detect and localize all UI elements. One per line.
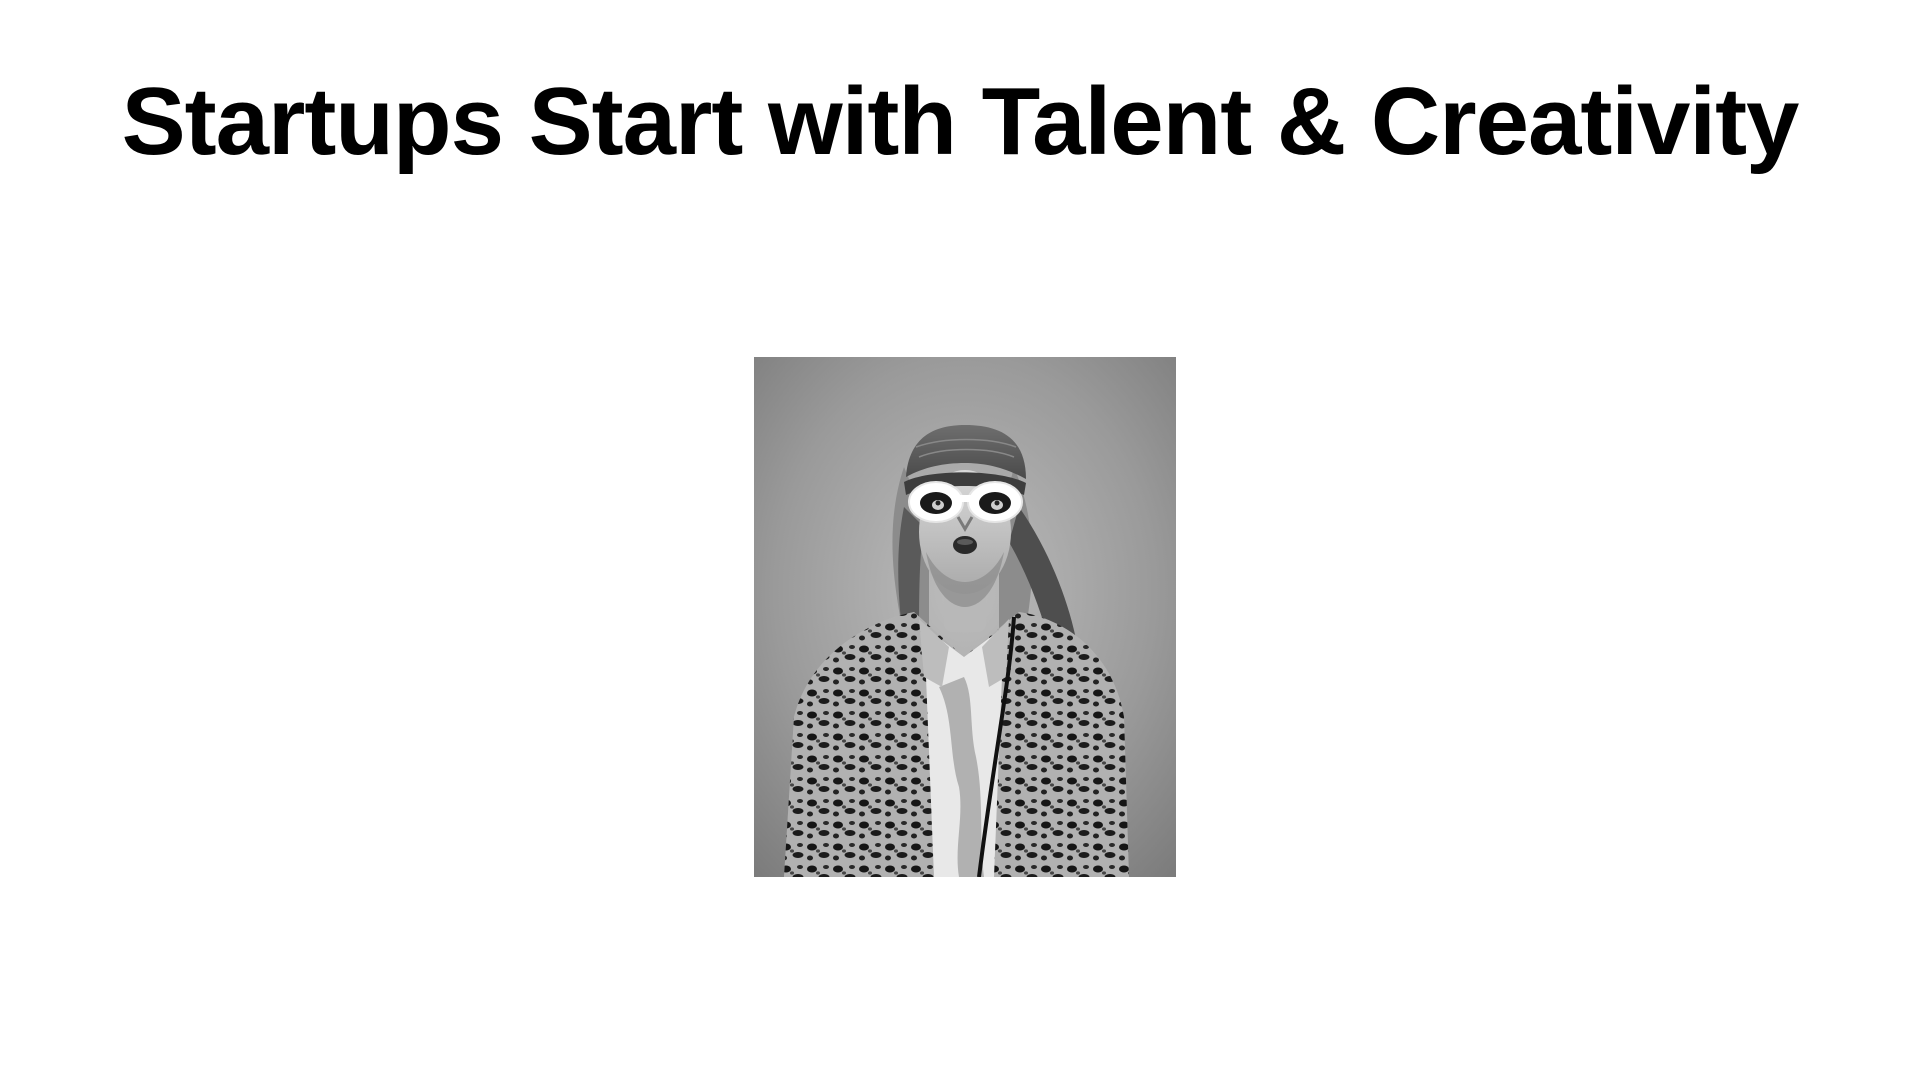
slide-title: Startups Start with Talent & Creativity bbox=[121, 68, 1800, 175]
portrait-photo bbox=[754, 357, 1176, 877]
slide: Startups Start with Talent & Creativity bbox=[0, 0, 1920, 1080]
portrait-photo-image bbox=[754, 357, 1176, 877]
